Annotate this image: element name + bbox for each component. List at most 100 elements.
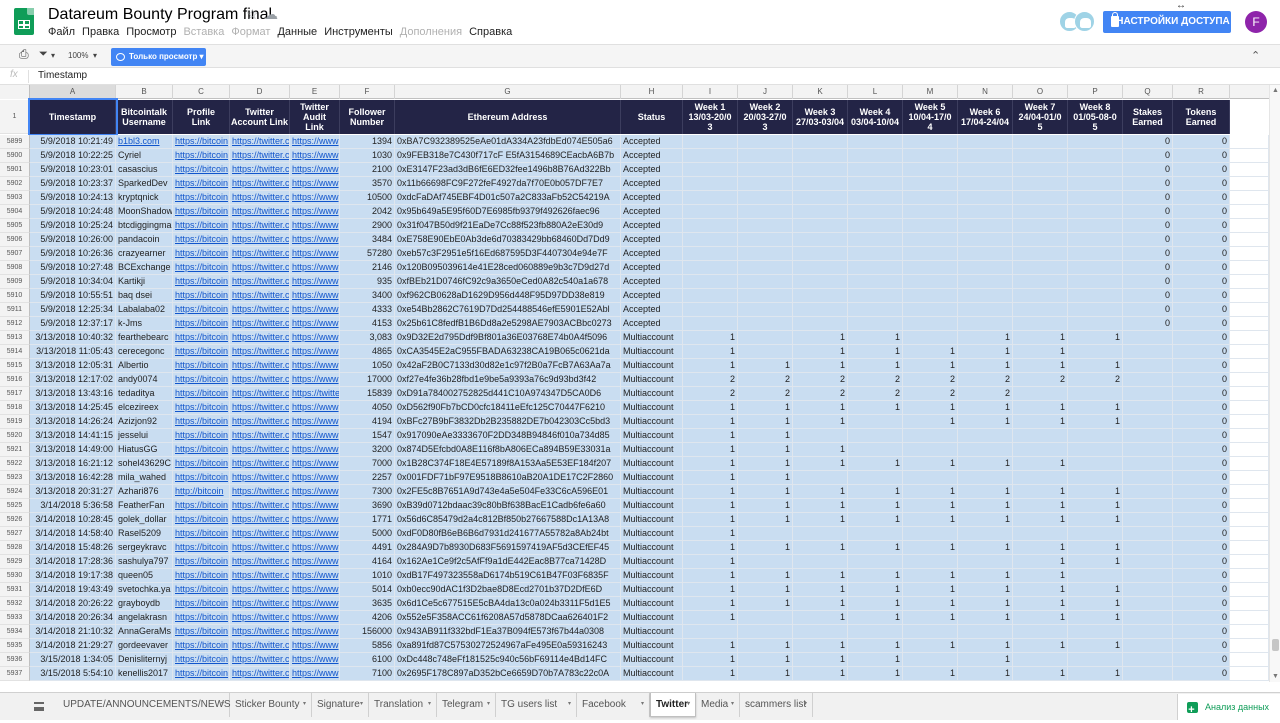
row-number[interactable]: 5899 [0, 135, 30, 149]
table-row[interactable]: 5/9/2018 10:26:36 crazyearner https://bitc… [30, 247, 1269, 261]
table-row[interactable]: 3/14/2018 20:26:34 angelakrasn https://bit… [30, 611, 1269, 625]
table-cell[interactable]: https://twitter.c [230, 177, 290, 191]
table-row[interactable]: 3/14/2018 14:58:40 Rasel5209 https://bitco… [30, 527, 1269, 541]
vertical-scrollbar[interactable]: ▲ ▼ [1269, 85, 1280, 682]
table-cell[interactable]: https://twitter.c [230, 429, 290, 443]
table-cell[interactable]: https://twitter.c [230, 653, 290, 667]
row-number[interactable]: 5923 [0, 471, 30, 485]
table-cell[interactable]: https://bitcoin [173, 275, 230, 289]
table-cell[interactable]: https://twitter.c [230, 555, 290, 569]
table-cell[interactable]: https://bitcoin [173, 611, 230, 625]
table-row[interactable]: 3/13/2018 20:31:27 Azhari876 http://bitcoi… [30, 485, 1269, 499]
table-cell[interactable]: https://www [290, 373, 340, 387]
row-number[interactable]: 5901 [0, 163, 30, 177]
table-cell[interactable]: https://twitter.c [230, 359, 290, 373]
column-header[interactable]: Ethereum Address [395, 100, 621, 134]
table-cell[interactable]: https://bitcoin [173, 541, 230, 555]
table-cell[interactable]: https://bitcoin [173, 247, 230, 261]
table-cell[interactable]: https://twitter.c [230, 303, 290, 317]
table-row[interactable]: 3/15/2018 5:54:10 kenellis2017 https://bit… [30, 667, 1269, 681]
table-row[interactable]: 3/14/2018 15:48:26 sergeykravc https://bit… [30, 541, 1269, 555]
table-row[interactable]: 5/9/2018 10:26:00 pandacoin https://bitcoi… [30, 233, 1269, 247]
row-number[interactable]: 1 [0, 100, 30, 134]
column-letter[interactable]: H [621, 85, 683, 99]
table-row[interactable]: 5/9/2018 10:34:04 Kartikji https://bitcoin… [30, 275, 1269, 289]
formula-input[interactable]: Timestamp [38, 70, 87, 81]
column-letter[interactable]: I [683, 85, 738, 99]
table-cell[interactable]: https://twitter.c [230, 499, 290, 513]
table-cell[interactable]: https://bitcoin [173, 191, 230, 205]
row-number[interactable]: 5937 [0, 667, 30, 681]
table-cell[interactable]: https://bitcoin [173, 359, 230, 373]
table-cell[interactable]: https://twitter.c [230, 331, 290, 345]
row-number[interactable]: 5912 [0, 317, 30, 331]
table-row[interactable]: 5/9/2018 10:23:01 casascius https://bitcoi… [30, 163, 1269, 177]
table-row[interactable]: 3/13/2018 11:05:43 cerecegonc https://bitc… [30, 345, 1269, 359]
table-cell[interactable]: https://www [290, 401, 340, 415]
row-number[interactable]: 5919 [0, 415, 30, 429]
table-cell[interactable]: https://bitcoin [173, 331, 230, 345]
table-cell[interactable]: https://www [290, 653, 340, 667]
row-number[interactable]: 5902 [0, 177, 30, 191]
table-cell[interactable]: https://bitcoin [173, 513, 230, 527]
row-number[interactable]: 5906 [0, 233, 30, 247]
table-row[interactable]: 3/13/2018 14:49:00 HiatusGG https://bitcoi… [30, 443, 1269, 457]
tab-dropdown-icon[interactable]: ▾ [487, 693, 490, 716]
scrollbar-thumb[interactable] [1272, 639, 1279, 651]
table-cell[interactable]: https://bitcoin [173, 163, 230, 177]
table-cell[interactable]: https://twitter.c [230, 471, 290, 485]
table-cell[interactable]: https://twitter.c [230, 457, 290, 471]
table-row[interactable]: 5/9/2018 10:25:24 btcdiggingma https://bit… [30, 219, 1269, 233]
tab-dropdown-icon[interactable]: ▾ [303, 693, 306, 716]
row-number[interactable]: 5915 [0, 359, 30, 373]
column-letter[interactable]: P [1068, 85, 1123, 99]
document-title[interactable]: Datareum Bounty Program final [48, 6, 272, 24]
table-row[interactable]: 5/9/2018 10:24:48 MoonShadow https://bitco… [30, 205, 1269, 219]
spreadsheet-grid[interactable]: ABCDEFGHIJKLMNOPQR 1 Timestamp Bitcointal… [0, 85, 1269, 682]
table-row[interactable]: 3/13/2018 16:21:12 sohel43629C https://bit… [30, 457, 1269, 471]
column-header[interactable]: Twitter Account Link [230, 100, 290, 134]
sheet-tab[interactable]: Signature ▾ [312, 693, 369, 717]
table-cell[interactable]: https://bitcoin [173, 135, 230, 149]
table-cell[interactable]: https://twitter.c [230, 247, 290, 261]
table-cell[interactable]: https://www [290, 331, 340, 345]
table-cell[interactable]: https://bitcoin [173, 219, 230, 233]
sheet-tab[interactable]: UPDATE/ANNOUNCEMENTS/NEWS ▾ [58, 693, 231, 717]
column-header[interactable]: Follower Number [340, 100, 395, 134]
zoom-select[interactable]: 100% [68, 51, 88, 60]
table-row[interactable]: 5/9/2018 10:24:13 kryptqnick https://bitco… [30, 191, 1269, 205]
tab-dropdown-icon[interactable]: ▾ [221, 693, 224, 716]
row-number[interactable]: 5932 [0, 597, 30, 611]
filter-icon[interactable]: ⏷ [39, 48, 48, 61]
table-cell[interactable]: https://www [290, 527, 340, 541]
table-cell[interactable]: https://bitcoin [173, 373, 230, 387]
table-cell[interactable]: https://bitcoin [173, 443, 230, 457]
table-row[interactable]: 3/13/2018 12:17:02 andy0074 https://bitcoi… [30, 373, 1269, 387]
table-row[interactable]: 3/14/2018 5:36:58 FeatherFan https://bitco… [30, 499, 1269, 513]
table-cell[interactable]: https://www [290, 667, 340, 681]
column-letter[interactable]: N [958, 85, 1013, 99]
column-header[interactable]: Profile Link [173, 100, 230, 134]
table-cell[interactable]: https://twitter.c [230, 443, 290, 457]
table-cell[interactable]: https://bitcoin [173, 345, 230, 359]
row-number[interactable]: 5911 [0, 303, 30, 317]
table-cell[interactable]: https://twitter.c [230, 191, 290, 205]
table-cell[interactable]: https://www [290, 541, 340, 555]
row-number[interactable]: 5921 [0, 443, 30, 457]
column-letter[interactable]: K [793, 85, 848, 99]
row-number[interactable]: 5920 [0, 429, 30, 443]
row-number[interactable]: 5924 [0, 485, 30, 499]
table-cell[interactable]: https://twitter.c [230, 569, 290, 583]
column-header[interactable]: Week 8 01/05-08-0 5 [1068, 100, 1123, 134]
table-cell[interactable]: https://twitter.c [230, 527, 290, 541]
row-number[interactable]: 5905 [0, 219, 30, 233]
column-letter[interactable]: M [903, 85, 958, 99]
row-number[interactable]: 5936 [0, 653, 30, 667]
row-number[interactable]: 5933 [0, 611, 30, 625]
column-letter[interactable]: Q [1123, 85, 1173, 99]
view-only-button[interactable]: Только просмотр ▾ [111, 48, 206, 66]
table-cell[interactable]: http://bitcoin [173, 485, 230, 499]
column-header[interactable]: Week 5 10/04-17/0 4 [903, 100, 958, 134]
table-cell[interactable]: https://www [290, 135, 340, 149]
table-cell[interactable]: https://www [290, 443, 340, 457]
